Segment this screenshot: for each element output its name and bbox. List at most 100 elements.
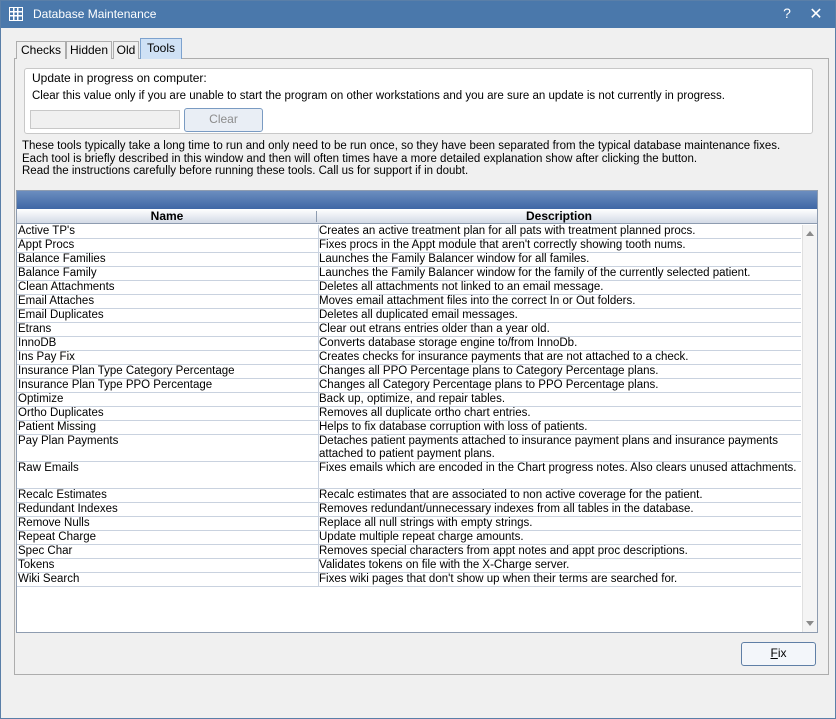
tools-tab-panel: Update in progress on computer: Clear th… — [14, 58, 829, 675]
tool-name-cell: Email Duplicates — [18, 309, 104, 321]
scroll-down-arrow-icon[interactable] — [806, 621, 814, 626]
tool-name-cell: Balance Families — [18, 253, 106, 265]
tool-name-cell: Appt Procs — [18, 239, 75, 251]
table-row[interactable]: Raw Emails Fixes emails which are encoded… — [17, 462, 801, 489]
tool-description-cell: Back up, optimize, and repair tables. — [318, 393, 800, 406]
table-row[interactable]: Pay Plan Payments Detaches patient paymen… — [17, 435, 801, 462]
clear-button[interactable]: Clear — [184, 108, 263, 132]
table-row[interactable]: Etrans Clear out etrans entries older tha… — [17, 323, 801, 337]
table-row[interactable]: Insurance Plan Type Category Percentage C… — [17, 365, 801, 379]
tool-description-cell: Fixes wiki pages that don't show up when… — [318, 573, 800, 586]
tools-info-text: These tools typically take a long time t… — [22, 140, 780, 178]
tool-name-cell: Insurance Plan Type PPO Percentage — [18, 379, 213, 391]
tool-name-cell: Ortho Duplicates — [18, 407, 104, 419]
tool-description-cell: Converts database storage engine to/from… — [318, 337, 800, 350]
table-row[interactable]: Email Duplicates Deletes all duplicated e… — [17, 309, 801, 323]
title-bar[interactable]: Database Maintenance ? ✕ — [1, 1, 835, 28]
tool-description-cell: Validates tokens on file with the X-Char… — [318, 559, 800, 572]
tool-description-cell: Changes all PPO Percentage plans to Cate… — [318, 365, 800, 378]
grid-title-bar — [17, 191, 817, 209]
tool-description-cell: Launches the Family Balancer window for … — [318, 267, 800, 280]
tool-name-cell: Clean Attachments — [18, 281, 115, 293]
table-row[interactable]: Repeat Charge Update multiple repeat char… — [17, 531, 801, 545]
tool-name-cell: Spec Char — [18, 545, 73, 557]
table-row[interactable]: Optimize Back up, optimize, and repair ta… — [17, 393, 801, 407]
fix-label-rest: ix — [777, 646, 787, 660]
tool-name-cell: Wiki Search — [18, 573, 80, 585]
table-row[interactable]: InnoDB Converts database storage engine t… — [17, 337, 801, 351]
window-title: Database Maintenance — [33, 7, 157, 21]
table-row[interactable]: Appt Procs Fixes procs in the Appt module… — [17, 239, 801, 253]
tool-name-cell: Optimize — [18, 393, 64, 405]
fix-mnemonic: F — [770, 646, 778, 660]
vertical-scrollbar[interactable] — [802, 225, 817, 632]
tool-description-cell: Update multiple repeat charge amounts. — [318, 531, 800, 544]
close-button[interactable]: ✕ — [807, 4, 825, 24]
tool-description-cell: Clear out etrans entries older than a ye… — [318, 323, 800, 336]
tool-name-cell: InnoDB — [18, 337, 57, 349]
table-row[interactable]: Tokens Validates tokens on file with the … — [17, 559, 801, 573]
info-line: These tools typically take a long time t… — [22, 140, 781, 152]
info-line: Read the instructions carefully before r… — [22, 165, 469, 177]
tool-description-cell: Fixes emails which are encoded in the Ch… — [318, 462, 800, 488]
tool-description-cell: Moves email attachment files into the co… — [318, 295, 800, 308]
tool-description-cell: Detaches patient payments attached to in… — [318, 435, 800, 461]
tool-name-cell: Raw Emails — [18, 462, 79, 474]
grid-rows: Active TP's Creates an active treatment p… — [17, 225, 801, 587]
database-maintenance-window: Database Maintenance ? ✕ Update in progr… — [0, 0, 836, 719]
tool-description-cell: Replace all null strings with empty stri… — [318, 517, 800, 530]
tool-description-cell: Removes special characters from appt not… — [318, 545, 800, 558]
tab-checks[interactable]: Checks — [16, 41, 66, 59]
tool-name-cell: Patient Missing — [18, 421, 96, 433]
tool-name-cell: Ins Pay Fix — [18, 351, 75, 363]
tool-description-cell: Deletes all attachments not linked to an… — [318, 281, 800, 294]
column-header-name[interactable]: Name — [17, 209, 317, 223]
tool-description-cell: Creates checks for insurance payments th… — [318, 351, 800, 364]
update-computer-field — [30, 110, 180, 129]
tool-name-cell: Email Attaches — [18, 295, 95, 307]
scroll-up-arrow-icon[interactable] — [806, 231, 814, 236]
table-row[interactable]: Ins Pay Fix Creates checks for insurance … — [17, 351, 801, 365]
tool-description-cell: Helps to fix database corruption with lo… — [318, 421, 800, 434]
help-button[interactable]: ? — [779, 5, 795, 21]
table-row[interactable]: Spec Char Removes special characters from… — [17, 545, 801, 559]
table-row[interactable]: Balance Family Launches the Family Balanc… — [17, 267, 801, 281]
update-group-description: Clear this value only if you are unable … — [32, 90, 725, 102]
tool-name-cell: Repeat Charge — [18, 531, 96, 543]
update-group-title: Update in progress on computer: — [32, 71, 207, 85]
tool-name-cell: Etrans — [18, 323, 52, 335]
tool-description-cell: Deletes all duplicated email messages. — [318, 309, 800, 322]
tab-old[interactable]: Old — [113, 41, 139, 59]
table-row[interactable]: Redundant Indexes Removes redundant/unnec… — [17, 503, 801, 517]
tool-name-cell: Redundant Indexes — [18, 503, 118, 515]
table-row[interactable]: Insurance Plan Type PPO Percentage Change… — [17, 379, 801, 393]
table-row[interactable]: Balance Families Launches the Family Bala… — [17, 253, 801, 267]
table-row[interactable]: Patient Missing Helps to fix database cor… — [17, 421, 801, 435]
table-row[interactable]: Clean Attachments Deletes all attachments… — [17, 281, 801, 295]
tools-grid: Name Description Active TP's Creates an a… — [16, 190, 818, 633]
table-row[interactable]: Remove Nulls Replace all null strings wit… — [17, 517, 801, 531]
table-row[interactable]: Active TP's Creates an active treatment p… — [17, 225, 801, 239]
tool-description-cell: Fixes procs in the Appt module that aren… — [318, 239, 800, 252]
tool-description-cell: Launches the Family Balancer window for … — [318, 253, 800, 266]
tool-name-cell: Insurance Plan Type Category Percentage — [18, 365, 235, 377]
tool-description-cell: Removes all duplicate ortho chart entrie… — [318, 407, 800, 420]
tool-name-cell: Active TP's — [18, 225, 75, 237]
table-row[interactable]: Recalc Estimates Recalc estimates that ar… — [17, 489, 801, 503]
grid-header: Name Description — [17, 209, 817, 224]
tool-name-cell: Tokens — [18, 559, 55, 571]
app-grid-icon — [9, 7, 23, 21]
info-line: Each tool is briefly described in this w… — [22, 152, 698, 165]
column-header-description[interactable]: Description — [317, 209, 801, 223]
tool-name-cell: Remove Nulls — [18, 517, 90, 529]
tab-hidden[interactable]: Hidden — [66, 41, 112, 59]
update-in-progress-group: Update in progress on computer: Clear th… — [24, 68, 813, 134]
fix-button[interactable]: Fix — [741, 642, 816, 666]
tab-tools[interactable]: Tools — [140, 38, 182, 59]
tool-description-cell: Removes redundant/unnecessary indexes fr… — [318, 503, 800, 516]
table-row[interactable]: Ortho Duplicates Removes all duplicate or… — [17, 407, 801, 421]
tool-name-cell: Balance Family — [18, 267, 97, 279]
table-row[interactable]: Email Attaches Moves email attachment fil… — [17, 295, 801, 309]
tool-description-cell: Changes all Category Percentage plans to… — [318, 379, 800, 392]
table-row[interactable]: Wiki Search Fixes wiki pages that don't s… — [17, 573, 801, 587]
